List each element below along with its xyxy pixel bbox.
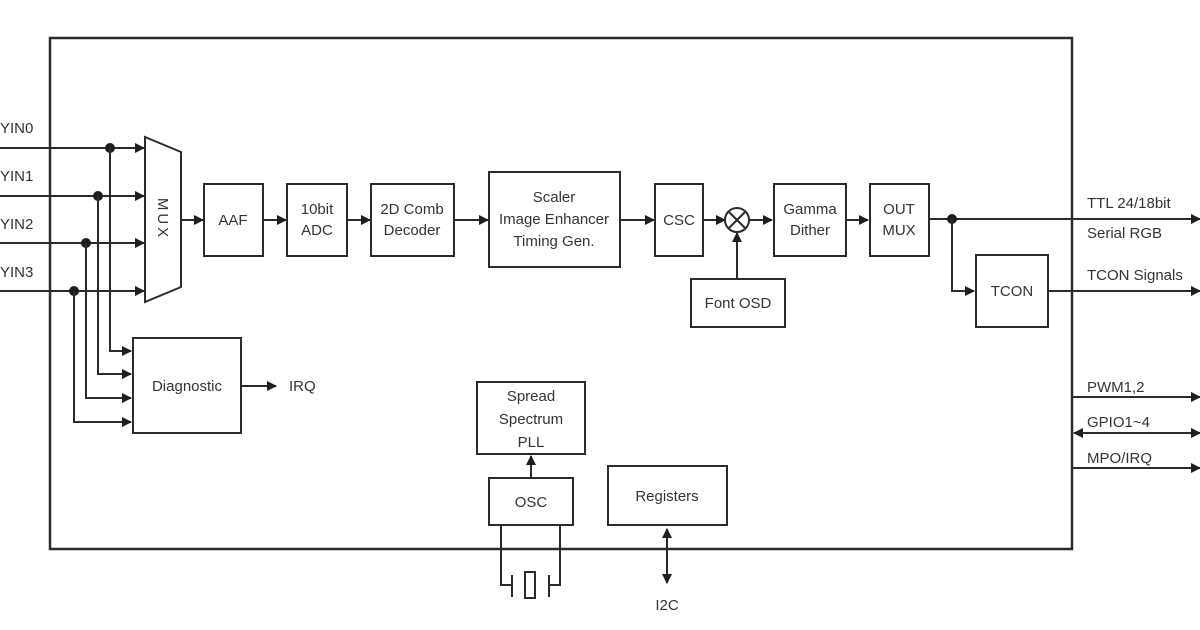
chip-outline: [48, 36, 1074, 551]
block-adc: 10bit ADC: [286, 183, 348, 257]
block-aaf-label: AAF: [218, 212, 247, 229]
block-comb-label-2: Decoder: [384, 222, 441, 239]
block-pll: Spread Spectrum PLL: [476, 381, 586, 455]
block-csc: CSC: [654, 183, 704, 257]
signal-pwm: PWM1,2: [1087, 379, 1145, 396]
block-gamma-dither: Gamma Dither: [773, 183, 847, 257]
block-scaler: Scaler Image Enhancer Timing Gen.: [488, 171, 621, 268]
signal-mpo-irq: MPO/IRQ: [1087, 450, 1152, 467]
input-mux: MUX: [144, 135, 182, 304]
crystal-icon: [500, 525, 561, 599]
block-diagnostic: Diagnostic: [132, 337, 242, 434]
block-scaler-label-2: Image Enhancer: [499, 211, 609, 228]
input-label-yin3: YIN3: [0, 264, 33, 281]
block-scaler-label-3: Timing Gen.: [513, 233, 594, 250]
block-outmux-label-2: MUX: [882, 222, 915, 239]
signal-irq-diagnostic: IRQ: [289, 378, 316, 395]
block-csc-label: CSC: [663, 212, 695, 229]
block-pll-label-3: PLL: [518, 434, 545, 451]
block-registers-label: Registers: [635, 488, 698, 505]
block-tcon: TCON: [975, 254, 1049, 328]
wire-diag-yin3: [73, 291, 132, 427]
wire-outmux-tcon: [951, 219, 975, 296]
wire-diag-yin1: [97, 196, 132, 379]
block-diagram: YIN0 YIN1 YIN2 YIN3 MUX AAF 10bit ADC 2D…: [0, 36, 1200, 614]
signal-i2c: I2C: [655, 597, 679, 614]
block-registers: Registers: [607, 465, 728, 526]
block-comb-label-1: 2D Comb: [380, 201, 443, 218]
block-osc: OSC: [488, 477, 574, 526]
block-font-osd: Font OSD: [690, 278, 786, 328]
input-label-yin0: YIN0: [0, 120, 33, 137]
signal-tcon: TCON Signals: [1087, 267, 1183, 284]
block-pll-label-1: Spread: [507, 388, 555, 405]
block-adc-label-1: 10bit: [301, 201, 334, 218]
wire-diag-yin0: [109, 148, 132, 356]
block-diagnostic-label: Diagnostic: [152, 378, 223, 395]
signal-ttl: TTL 24/18bit: [1087, 195, 1171, 212]
mux-label: MUX: [154, 198, 171, 240]
block-adc-label-2: ADC: [301, 222, 333, 239]
block-font-osd-label: Font OSD: [705, 295, 772, 312]
block-outmux-label-1: OUT: [883, 201, 915, 218]
input-label-yin1: YIN1: [0, 168, 33, 185]
block-pll-label-2: Spectrum: [499, 411, 563, 428]
block-gamma-label-2: Dither: [790, 222, 830, 239]
signal-serial-rgb: Serial RGB: [1087, 225, 1162, 242]
summing-node: [724, 207, 750, 233]
signal-gpio: GPIO1~4: [1087, 414, 1150, 431]
input-label-yin2: YIN2: [0, 216, 33, 233]
block-gamma-label-1: Gamma: [783, 201, 837, 218]
block-comb-decoder: 2D Comb Decoder: [370, 183, 455, 257]
block-tcon-label: TCON: [991, 283, 1034, 300]
block-scaler-label-1: Scaler: [533, 189, 576, 206]
block-osc-label: OSC: [515, 494, 548, 511]
block-aaf: AAF: [203, 183, 264, 257]
block-out-mux: OUT MUX: [869, 183, 930, 257]
